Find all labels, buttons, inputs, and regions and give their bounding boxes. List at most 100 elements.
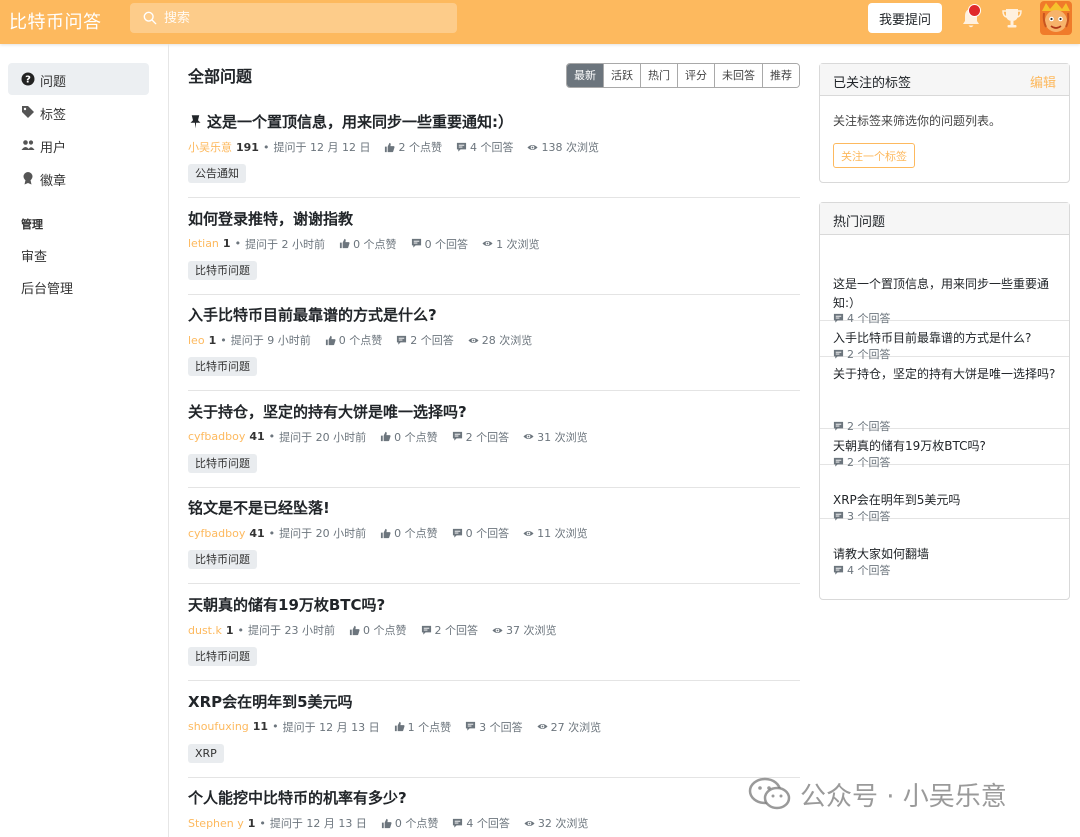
tab-hot[interactable]: 热门 xyxy=(640,64,677,87)
author-link[interactable]: letian xyxy=(188,237,219,250)
edit-link[interactable]: 编辑 xyxy=(1030,72,1056,91)
asked-time: 提问于 20 小时前 xyxy=(279,430,367,444)
hot-question-item[interactable]: 入手比特币目前最靠谱的方式是什么? 2 个回答 xyxy=(820,321,1069,361)
question-title-text[interactable]: XRP会在明年到5美元吗 xyxy=(188,693,353,711)
question-tag[interactable]: 比特币问题 xyxy=(188,357,257,377)
vote-count-stat: 0 个点赞 xyxy=(380,525,438,541)
users-icon xyxy=(21,140,35,150)
author-link[interactable]: leo xyxy=(188,334,205,347)
thumbs-up-icon xyxy=(325,335,336,345)
hot-question-item[interactable]: XRP会在明年到5美元吗 3 个回答 xyxy=(820,483,1069,523)
ask-question-button[interactable]: 我要提问 xyxy=(868,3,942,33)
eye-icon xyxy=(468,337,479,343)
view-count: 28 次浏览 xyxy=(481,334,533,348)
author-link[interactable]: cyfbadboy xyxy=(188,430,245,443)
follow-tag-button[interactable]: 关注一个标签 xyxy=(833,143,915,168)
user-avatar[interactable] xyxy=(1040,1,1072,35)
comment-icon xyxy=(465,722,476,731)
sidebar-item-review[interactable]: 审查 xyxy=(21,246,47,265)
hot-answer-count: 2 个回答 xyxy=(833,454,891,470)
question-title[interactable]: 如何登录推特，谢谢指教 xyxy=(188,208,353,229)
trophy-icon[interactable] xyxy=(1001,6,1023,30)
question-tag[interactable]: 公告通知 xyxy=(188,164,246,183)
view-count-stat: 37 次浏览 xyxy=(492,622,557,638)
question-title-text[interactable]: 如何登录推特，谢谢指教 xyxy=(188,210,353,228)
vote-count: 0 个点赞 xyxy=(363,624,407,637)
search-input[interactable] xyxy=(164,3,444,33)
author-reputation: 11 xyxy=(252,720,269,734)
answer-count-stat: 3 个回答 xyxy=(465,719,523,735)
asked-time: 提问于 23 小时前 xyxy=(248,624,336,637)
question-tag[interactable]: XRP xyxy=(188,743,224,763)
meta-separator: • xyxy=(262,140,270,154)
comment-icon xyxy=(833,565,844,575)
question-title-text[interactable]: 天朝真的储有19万枚BTC吗? xyxy=(188,596,385,614)
question-row: 如何登录推特，谢谢指教 letian 1 • 提问于 2 小时前 0 个点赞 0 个回答 1 … xyxy=(188,198,800,295)
tab-recommended[interactable]: 推荐 xyxy=(762,64,799,87)
sidebar-item-questions[interactable]: ? 问题 xyxy=(8,63,149,95)
tab-score[interactable]: 评分 xyxy=(677,64,714,87)
question-tag[interactable]: 比特币问题 xyxy=(188,260,257,280)
question-title[interactable]: 天朝真的储有19万枚BTC吗? xyxy=(188,594,385,615)
view-count-stat: 31 次浏览 xyxy=(523,429,588,445)
sidebar-item-tags[interactable]: 标签 xyxy=(8,96,149,128)
question-title[interactable]: 个人能挖中比特币的机率有多少? xyxy=(188,787,407,808)
svg-text:?: ? xyxy=(25,75,31,86)
question-row: 个人能挖中比特币的机率有多少? Stephen y 1 • 提问于 12 月 13 日 0… xyxy=(188,777,800,837)
tab-active[interactable]: 活跃 xyxy=(603,64,640,87)
question-meta: letian 1 • 提问于 2 小时前 0 个点赞 0 个回答 1 次浏览 xyxy=(188,236,540,252)
eye-icon xyxy=(524,820,535,826)
question-row: XRP会在明年到5美元吗 shoufuxing 11 • 提问于 12 月 13 日 1 … xyxy=(188,681,800,778)
card-header: 热门问题 xyxy=(820,203,1069,235)
author-link[interactable]: 小吴乐意 xyxy=(188,139,232,155)
author-link[interactable]: shoufuxing xyxy=(188,720,249,733)
question-tag[interactable]: 比特币问题 xyxy=(188,647,257,666)
question-circle-icon: ? xyxy=(21,72,35,86)
view-count-stat: 27 次浏览 xyxy=(537,719,601,735)
answer-count-stat: 2 个回答 xyxy=(452,429,509,445)
search-box[interactable] xyxy=(130,3,457,33)
hot-question-item[interactable]: 这是一个置顶信息，用来同步一些重要通知:） 4 个回答 xyxy=(820,267,1069,325)
question-title-text[interactable]: 铭文是不是已经坠落! xyxy=(188,499,330,517)
vote-count-stat: 0 个点赞 xyxy=(380,429,438,445)
question-title-text[interactable]: 这是一个置顶信息，用来同步一些重要通知:） xyxy=(207,113,513,131)
question-tag[interactable]: 比特币问题 xyxy=(188,550,257,570)
answer-count-stat: 0 个回答 xyxy=(411,236,468,252)
hot-question-item[interactable]: 请教大家如何翻墙 4 个回答 xyxy=(820,537,1069,591)
watermark-text: 公众号 · 小吴乐意 xyxy=(800,781,1007,812)
meta-separator: • xyxy=(237,623,245,637)
hot-question-title[interactable]: 关于持仓，坚定的持有大饼是唯一选择吗? xyxy=(833,365,1061,384)
question-title[interactable]: 关于持仓，坚定的持有大饼是唯一选择吗? xyxy=(188,401,467,422)
question-title-text[interactable]: 入手比特币目前最靠谱的方式是什么? xyxy=(188,306,437,324)
asked-time: 提问于 12 月 12 日 xyxy=(273,141,371,154)
question-title-text[interactable]: 个人能挖中比特币的机率有多少? xyxy=(188,789,407,807)
sidebar-item-users[interactable]: 用户 xyxy=(8,129,149,161)
author-link[interactable]: dust.k xyxy=(188,624,222,637)
tab-newest[interactable]: 最新 xyxy=(567,64,603,87)
view-count-stat: 138 次浏览 xyxy=(527,139,599,155)
top-navbar: 比特币问答 我要提问 xyxy=(0,0,1080,44)
question-title[interactable]: 这是一个置顶信息，用来同步一些重要通知:） xyxy=(188,111,513,132)
author-link[interactable]: Stephen y xyxy=(188,817,244,830)
author-link[interactable]: cyfbadboy xyxy=(188,527,245,540)
vote-count: 0 个点赞 xyxy=(353,237,397,251)
meta-separator: • xyxy=(268,526,276,540)
question-title-text[interactable]: 关于持仓，坚定的持有大饼是唯一选择吗? xyxy=(188,403,467,421)
question-row: 入手比特币目前最靠谱的方式是什么? leo 1 • 提问于 9 小时前 0 个点赞 2 个回… xyxy=(188,294,800,392)
question-title[interactable]: XRP会在明年到5美元吗 xyxy=(188,691,353,712)
site-brand[interactable]: 比特币问答 xyxy=(9,8,102,34)
tab-unanswered[interactable]: 未回答 xyxy=(714,64,762,87)
thumbs-up-icon xyxy=(339,239,350,249)
sidebar-item-admin[interactable]: 后台管理 xyxy=(21,278,73,297)
question-title[interactable]: 铭文是不是已经坠落! xyxy=(188,497,330,518)
author-reputation: 1 xyxy=(247,816,256,830)
question-meta: cyfbadboy 41 • 提问于 20 小时前 0 个点赞 2 个回答 31 次浏览 xyxy=(188,429,588,445)
hot-question-item[interactable]: 天朝真的储有19万枚BTC吗? 2 个回答 xyxy=(820,429,1069,469)
question-title[interactable]: 入手比特币目前最靠谱的方式是什么? xyxy=(188,304,437,325)
question-tag[interactable]: 比特币问题 xyxy=(188,453,257,473)
answer-count-stat: 2 个回答 xyxy=(396,332,454,348)
thumbs-up-icon xyxy=(394,722,405,732)
sidebar-item-badges[interactable]: 徽章 xyxy=(8,162,149,194)
hot-question-title[interactable]: 这是一个置顶信息，用来同步一些重要通知:） xyxy=(833,275,1061,313)
hot-question-item[interactable]: 关于持仓，坚定的持有大饼是唯一选择吗? 2 个回答 xyxy=(820,357,1069,433)
